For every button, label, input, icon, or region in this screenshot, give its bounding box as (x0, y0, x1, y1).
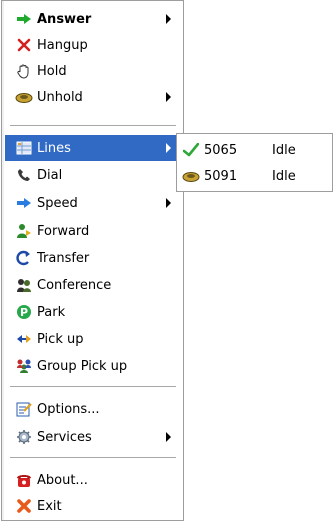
menu-item-answer[interactable]: Answer (5, 6, 181, 32)
line-status: Idle (272, 168, 296, 184)
menu-item-label: Pick up (37, 331, 84, 347)
submenu-arrow-icon (166, 14, 171, 24)
menu-item-label: Exit (37, 498, 62, 514)
menu-item-label: Group Pick up (37, 358, 128, 374)
line-number: 5091 (204, 168, 238, 184)
answer-arrow-icon (15, 10, 33, 28)
menu-item-label: Speed (37, 195, 78, 211)
menu-item-label: Unhold (37, 89, 83, 105)
menu-item-label: Forward (37, 223, 90, 239)
line-number: 5065 (204, 142, 238, 158)
menu-item-label: Hangup (37, 37, 88, 53)
menu-item-label: Hold (37, 63, 67, 79)
line-status: Idle (272, 142, 296, 158)
submenu-arrow-icon (166, 432, 171, 442)
options-icon (15, 400, 33, 418)
menu-item-group-pick-up[interactable]: Group Pick up (5, 353, 181, 379)
menu-separator (10, 457, 176, 459)
lines-grid-icon (15, 139, 33, 157)
transfer-arrow-icon (15, 249, 33, 267)
submenu-arrow-icon (166, 198, 171, 208)
unhold-handset-icon (15, 88, 33, 106)
menu-item-transfer[interactable]: Transfer (5, 245, 181, 271)
about-phone-icon (15, 471, 33, 489)
menu-item-unhold[interactable]: Unhold (5, 84, 181, 110)
dial-handset-icon (15, 166, 33, 184)
menu-item-hangup[interactable]: Hangup (5, 32, 181, 58)
group-pickup-icon (15, 357, 33, 375)
pickup-arrows-icon (15, 330, 33, 348)
forward-person-icon (15, 222, 33, 240)
menu-item-pick-up[interactable]: Pick up (5, 326, 181, 352)
hold-hand-icon (15, 62, 33, 80)
services-gear-icon (15, 428, 33, 446)
menu-item-dial[interactable]: Dial (5, 162, 181, 188)
submenu-arrow-icon (166, 143, 171, 153)
line-item-5065[interactable]: 5065 Idle (179, 138, 329, 162)
menu-separator (10, 125, 176, 127)
menu-item-label: Park (37, 304, 66, 320)
menu-item-about[interactable]: About... (5, 467, 181, 493)
context-menu: Answer Hangup Hold Unhold Lines Dial Spe… (1, 0, 184, 521)
lines-submenu: 5065 Idle 5091 Idle (176, 133, 333, 192)
menu-item-label: Transfer (37, 250, 90, 266)
menu-item-options[interactable]: Options... (5, 396, 181, 422)
menu-item-park[interactable]: P Park (5, 299, 181, 325)
menu-item-label: Lines (37, 140, 71, 156)
menu-item-label: About... (37, 472, 88, 488)
handset-icon (182, 167, 200, 185)
exit-x-icon (15, 497, 33, 515)
checkmark-icon (182, 141, 200, 159)
menu-item-speed[interactable]: Speed (5, 190, 181, 216)
menu-item-exit[interactable]: Exit (5, 493, 181, 519)
menu-item-label: Answer (37, 11, 92, 27)
svg-text:P: P (20, 306, 28, 319)
menu-gutter (2, 1, 4, 520)
submenu-arrow-icon (166, 92, 171, 102)
menu-item-label: Services (37, 429, 92, 445)
hangup-x-icon (15, 36, 33, 54)
menu-item-conference[interactable]: Conference (5, 272, 181, 298)
menu-item-forward[interactable]: Forward (5, 218, 181, 244)
menu-item-label: Conference (37, 277, 112, 293)
menu-item-hold[interactable]: Hold (5, 58, 181, 84)
menu-item-lines[interactable]: Lines (5, 135, 181, 161)
speed-arrow-icon (15, 194, 33, 212)
park-p-icon: P (15, 303, 33, 321)
line-item-5091[interactable]: 5091 Idle (179, 164, 329, 188)
conference-people-icon (15, 276, 33, 294)
menu-item-label: Options... (37, 401, 100, 417)
menu-separator (10, 386, 176, 388)
menu-item-services[interactable]: Services (5, 424, 181, 450)
menu-item-label: Dial (37, 167, 63, 183)
